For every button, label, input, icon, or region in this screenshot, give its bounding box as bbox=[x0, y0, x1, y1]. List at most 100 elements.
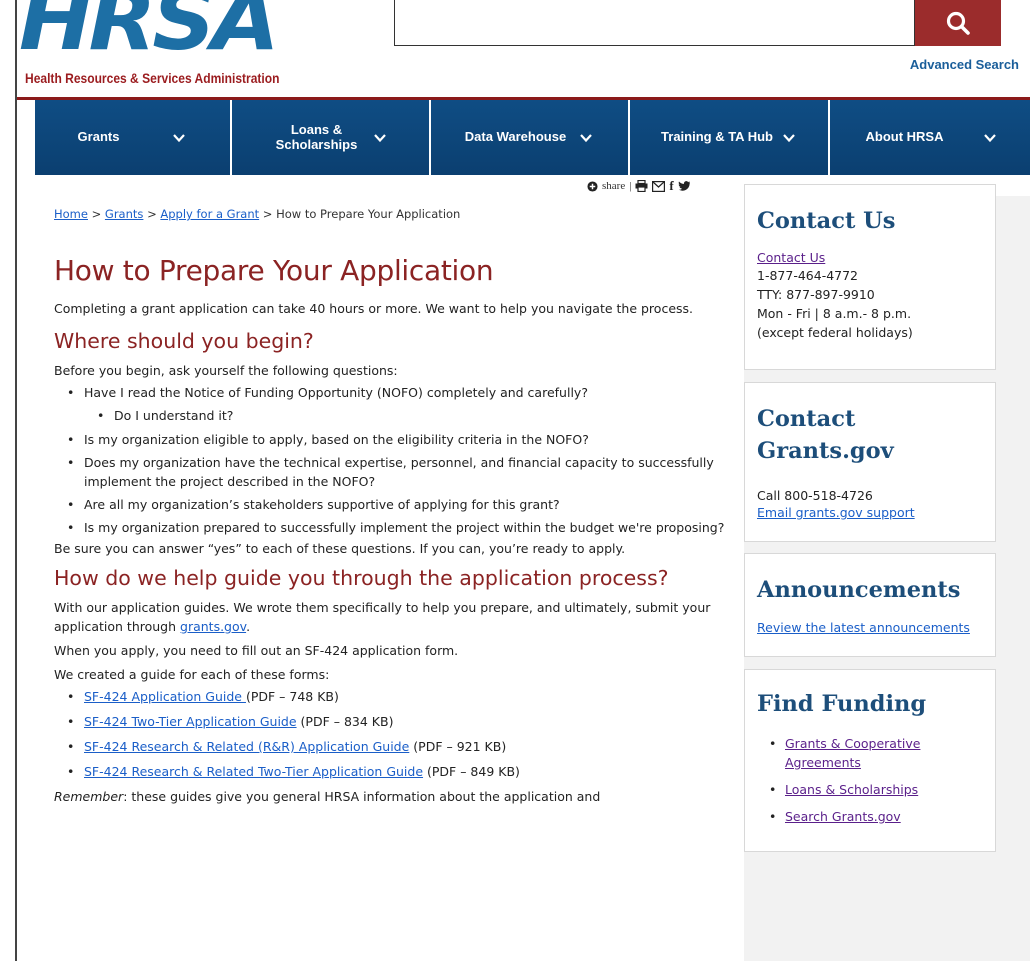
guides-paragraph: With our application guides. We wrote th… bbox=[54, 598, 744, 636]
share-label[interactable]: share bbox=[602, 180, 625, 192]
intro-paragraph: Completing a grant application can take … bbox=[54, 301, 694, 316]
chevron-down-icon bbox=[373, 133, 386, 142]
announcements-card: Announcements Review the latest announce… bbox=[744, 553, 996, 657]
guide-link[interactable]: SF-424 Research & Related (R&R) Applicat… bbox=[84, 739, 409, 754]
sidebar: Contact Us Contact Us 1-877-464-4772 TTY… bbox=[744, 184, 1030, 961]
site-header: HRSA Health Resources & Services Adminis… bbox=[17, 0, 1030, 100]
announcements-link[interactable]: Review the latest announcements bbox=[757, 620, 970, 635]
breadcrumb-sep: > bbox=[262, 207, 273, 221]
list-item: Does my organization have the technical … bbox=[54, 453, 744, 491]
find-funding-card: Find Funding Grants & Cooperative Agreem… bbox=[744, 669, 996, 852]
list-item: SF-424 Research & Related (R&R) Applicat… bbox=[54, 737, 744, 756]
nav-item-label: Training & TA Hub bbox=[661, 129, 773, 145]
search-icon bbox=[946, 11, 970, 35]
guides-text-end: . bbox=[246, 619, 251, 634]
list-item: Do I understand it? bbox=[54, 406, 744, 425]
nav-item-label: Grants bbox=[77, 129, 120, 145]
breadcrumb-sep: > bbox=[147, 207, 157, 221]
remember-label: Remember bbox=[54, 789, 124, 804]
print-icon[interactable] bbox=[635, 180, 648, 192]
list-item: Are all my organization’s stakeholders s… bbox=[54, 495, 744, 514]
chevron-down-icon bbox=[983, 133, 996, 142]
share-toolbar: share | f bbox=[587, 178, 690, 194]
grantsgov-email-link[interactable]: Email grants.gov support bbox=[757, 505, 915, 520]
section-intro: Before you begin, ask yourself the follo… bbox=[54, 363, 398, 378]
hrsa-logo[interactable]: HRSA bbox=[19, 0, 280, 62]
questions-list: Have I read the Notice of Funding Opport… bbox=[54, 383, 744, 537]
remember-text: : these guides give you general HRSA inf… bbox=[123, 789, 601, 804]
breadcrumb-home[interactable]: Home bbox=[54, 207, 88, 221]
nav-item-training[interactable]: Training & TA Hub bbox=[630, 100, 830, 175]
guide-link[interactable]: SF-424 Two-Tier Application Guide bbox=[84, 714, 297, 729]
guide-link[interactable]: SF-424 Application Guide bbox=[84, 689, 246, 704]
list-item: Search Grants.gov bbox=[757, 807, 983, 826]
email-icon[interactable] bbox=[652, 180, 666, 192]
sf424-paragraph: When you apply, you need to fill out an … bbox=[54, 643, 459, 658]
list-item: Grants & Cooperative Agreements bbox=[757, 734, 983, 772]
breadcrumb-apply[interactable]: Apply for a Grant bbox=[160, 207, 259, 221]
list-item: Is my organization eligible to apply, ba… bbox=[54, 430, 744, 449]
contact-phone: 1-877-464-4772 bbox=[757, 268, 859, 283]
contact-note: (except federal holidays) bbox=[757, 325, 913, 340]
guide-size: (PDF – 849 KB) bbox=[423, 764, 520, 779]
list-item: SF-424 Application Guide (PDF – 748 KB) bbox=[54, 687, 744, 706]
nav-item-about[interactable]: About HRSA bbox=[830, 100, 1030, 175]
list-item: Is my organization prepared to successfu… bbox=[54, 518, 744, 537]
chevron-down-icon bbox=[580, 133, 593, 142]
contact-card: Contact Us Contact Us 1-877-464-4772 TTY… bbox=[744, 184, 996, 370]
guides-intro: We created a guide for each of these for… bbox=[54, 667, 330, 682]
main-nav: Grants Loans & Scholarships Data Warehou… bbox=[35, 100, 1030, 175]
contact-hours: Mon - Fri | 8 a.m.- 8 p.m. bbox=[757, 306, 912, 321]
plus-circle-icon[interactable] bbox=[587, 180, 598, 192]
facebook-icon[interactable]: f bbox=[669, 178, 673, 194]
nav-item-label: Loans & Scholarships bbox=[275, 121, 358, 152]
funding-link-loans[interactable]: Loans & Scholarships bbox=[785, 782, 918, 797]
contact-heading: Contact Us bbox=[757, 208, 896, 234]
contact-tty: TTY: 877-897-9910 bbox=[757, 287, 875, 302]
guide-size: (PDF – 834 KB) bbox=[296, 714, 394, 729]
logo-subtitle: Health Resources & Services Administrati… bbox=[25, 70, 280, 86]
search-button[interactable] bbox=[915, 0, 1001, 46]
breadcrumb-sep: > bbox=[91, 207, 102, 221]
nav-item-grants[interactable]: Grants bbox=[35, 100, 232, 175]
grantsgov-phone: Call 800-518-4726 bbox=[757, 488, 873, 503]
chevron-down-icon bbox=[783, 133, 795, 142]
section-heading-begin: Where should you begin? bbox=[54, 329, 314, 353]
funding-link-search[interactable]: Search Grants.gov bbox=[785, 809, 901, 824]
twitter-icon[interactable] bbox=[678, 180, 690, 192]
guide-size: (PDF – 748 KB) bbox=[245, 689, 339, 704]
funding-link-grants[interactable]: Grants & Cooperative Agreements bbox=[785, 736, 920, 770]
breadcrumb-grants[interactable]: Grants bbox=[105, 207, 143, 221]
browser-frame: HRSA Health Resources & Services Adminis… bbox=[15, 0, 1030, 961]
guide-size: (PDF – 921 KB) bbox=[409, 739, 507, 754]
contact-us-link[interactable]: Contact Us bbox=[757, 250, 825, 265]
page-title: How to Prepare Your Application bbox=[54, 254, 494, 287]
search-input[interactable] bbox=[394, 0, 915, 46]
announcements-heading: Announcements bbox=[757, 577, 961, 603]
remember-paragraph: Remember: these guides give you general … bbox=[54, 787, 744, 806]
grantsgov-card: Contact Grants.gov Call 800-518-4726 Ema… bbox=[744, 382, 996, 542]
breadcrumb-current: How to Prepare Your Application bbox=[276, 207, 461, 221]
list-item: SF-424 Research & Related Two-Tier Appli… bbox=[54, 762, 744, 781]
list-item: SF-424 Two-Tier Application Guide (PDF –… bbox=[54, 712, 744, 731]
nav-item-label: Data Warehouse bbox=[464, 129, 567, 145]
section-heading-guide: How do we help guide you through the app… bbox=[54, 566, 669, 590]
nav-item-loans[interactable]: Loans & Scholarships bbox=[232, 100, 431, 175]
guides-text: With our application guides. We wrote th… bbox=[54, 600, 711, 634]
nav-item-data-warehouse[interactable]: Data Warehouse bbox=[431, 100, 630, 175]
guides-list: SF-424 Application Guide (PDF – 748 KB) … bbox=[54, 687, 744, 781]
main-content: Home > Grants > Apply for a Grant > How … bbox=[54, 196, 744, 806]
advanced-search-link[interactable]: Advanced Search bbox=[910, 57, 1019, 72]
funding-list: Grants & Cooperative Agreements Loans & … bbox=[757, 734, 983, 826]
guide-link[interactable]: SF-424 Research & Related Two-Tier Appli… bbox=[84, 764, 423, 779]
share-separator: | bbox=[629, 180, 632, 192]
find-funding-heading: Find Funding bbox=[757, 691, 927, 717]
breadcrumb: Home > Grants > Apply for a Grant > How … bbox=[54, 207, 744, 221]
grantsgov-heading: Contact Grants.gov bbox=[757, 406, 894, 464]
list-item: Loans & Scholarships bbox=[757, 780, 983, 799]
nav-item-label: About HRSA bbox=[865, 129, 944, 145]
list-item: Have I read the Notice of Funding Opport… bbox=[54, 383, 744, 402]
grants-gov-link[interactable]: grants.gov bbox=[180, 619, 246, 634]
chevron-down-icon bbox=[173, 133, 186, 142]
section-outro: Be sure you can answer “yes” to each of … bbox=[54, 541, 626, 556]
